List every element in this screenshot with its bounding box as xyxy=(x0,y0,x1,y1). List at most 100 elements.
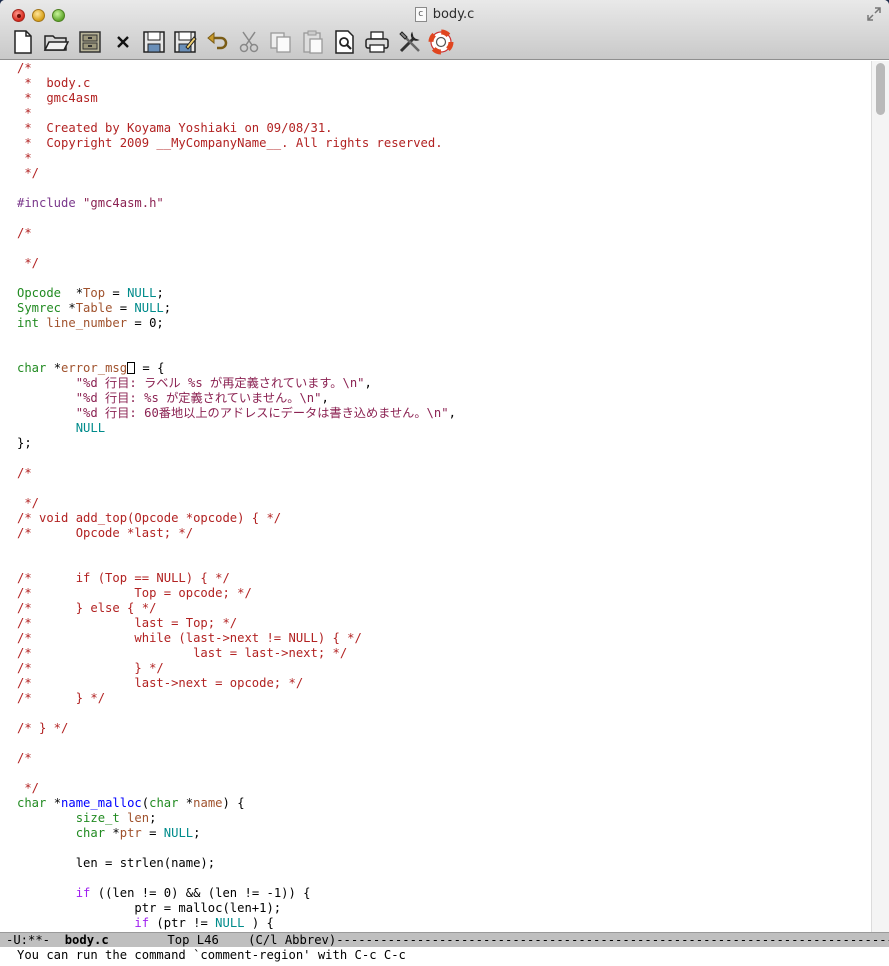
editor-buffer[interactable]: /* * body.c * gmc4asm * * Created by Koy… xyxy=(0,61,871,932)
code-token: /* } */ xyxy=(17,691,106,705)
code-line[interactable] xyxy=(17,706,456,721)
code-token: /* last = Top; */ xyxy=(17,616,238,630)
emacs-window: c body.c /* * body.c * gmc4asm * * Creat… xyxy=(0,0,889,966)
code-line[interactable]: /* } else { */ xyxy=(17,601,456,616)
code-line[interactable] xyxy=(17,271,456,286)
code-token: Top xyxy=(83,286,106,300)
print-icon[interactable] xyxy=(364,29,390,55)
code-line[interactable] xyxy=(17,241,456,256)
code-line[interactable] xyxy=(17,736,456,751)
code-token: = { xyxy=(135,361,165,375)
file-cabinet-icon[interactable] xyxy=(77,29,103,55)
code-token: ) { xyxy=(244,916,274,930)
paste-icon[interactable] xyxy=(300,29,326,55)
window-title-text: body.c xyxy=(432,7,475,22)
preferences-icon[interactable] xyxy=(397,29,423,55)
code-line[interactable]: char *error_msg = { xyxy=(17,361,456,376)
code-line[interactable]: size_t len; xyxy=(17,811,456,826)
code-line[interactable]: "%d 行目: 60番地以上のアドレスにデータは書き込めません。\n", xyxy=(17,406,456,421)
code-line[interactable]: * xyxy=(17,106,456,121)
code-line[interactable]: "%d 行目: %s が定義されていません。\n", xyxy=(17,391,456,406)
code-line[interactable]: */ xyxy=(17,496,456,511)
search-icon[interactable] xyxy=(332,29,358,55)
code-line[interactable]: /* last->next = opcode; */ xyxy=(17,676,456,691)
code-line[interactable]: "%d 行目: ラベル %s が再定義されています。\n", xyxy=(17,376,456,391)
code-line[interactable] xyxy=(17,346,456,361)
code-token: * xyxy=(61,301,76,315)
code-line[interactable]: * Created by Koyama Yoshiaki on 09/08/31… xyxy=(17,121,456,136)
code-line[interactable] xyxy=(17,181,456,196)
code-line[interactable]: /* if (Top == NULL) { */ xyxy=(17,571,456,586)
code-line[interactable] xyxy=(17,451,456,466)
vertical-scrollbar[interactable] xyxy=(871,61,889,932)
code-line[interactable]: /* void add_top(Opcode *opcode) { */ xyxy=(17,511,456,526)
new-file-icon[interactable] xyxy=(10,29,36,55)
code-line[interactable]: /* last = Top; */ xyxy=(17,616,456,631)
code-token: * xyxy=(46,796,62,810)
copy-icon[interactable] xyxy=(268,29,294,55)
code-line[interactable]: * xyxy=(17,151,456,166)
code-line[interactable]: * body.c xyxy=(17,76,456,91)
save-icon[interactable] xyxy=(141,29,167,55)
code-token: , xyxy=(321,391,329,405)
code-line[interactable] xyxy=(17,841,456,856)
code-token: /* last = last->next; */ xyxy=(17,646,348,660)
code-line[interactable]: }; xyxy=(17,436,456,451)
code-text[interactable]: /* * body.c * gmc4asm * * Created by Koy… xyxy=(17,61,456,931)
code-line[interactable] xyxy=(17,211,456,226)
close-buffer-icon[interactable] xyxy=(110,29,136,55)
code-line[interactable]: */ xyxy=(17,256,456,271)
code-line[interactable] xyxy=(17,541,456,556)
cut-icon[interactable] xyxy=(236,29,262,55)
code-line[interactable]: /* last = last->next; */ xyxy=(17,646,456,661)
code-token: , xyxy=(364,376,372,390)
code-token: /* xyxy=(17,751,32,765)
code-line[interactable]: Symrec *Table = NULL; xyxy=(17,301,456,316)
scroll-thumb[interactable] xyxy=(876,63,885,115)
code-line[interactable]: /* xyxy=(17,61,456,76)
code-line[interactable]: #include "gmc4asm.h" xyxy=(17,196,456,211)
code-line[interactable]: if (ptr != NULL ) { xyxy=(17,916,456,931)
help-icon[interactable] xyxy=(428,29,454,55)
code-line[interactable]: */ xyxy=(17,781,456,796)
code-line[interactable]: /* Opcode *last; */ xyxy=(17,526,456,541)
code-line[interactable] xyxy=(17,481,456,496)
code-line[interactable] xyxy=(17,766,456,781)
save-as-icon[interactable] xyxy=(172,29,198,55)
code-token: ; xyxy=(156,286,164,300)
code-line[interactable]: if ((len != 0) && (len != -1)) { xyxy=(17,886,456,901)
code-line[interactable] xyxy=(17,331,456,346)
code-line[interactable]: /* Top = opcode; */ xyxy=(17,586,456,601)
code-line[interactable]: /* } */ xyxy=(17,691,456,706)
code-line[interactable] xyxy=(17,871,456,886)
code-line[interactable]: char *name_malloc(char *name) { xyxy=(17,796,456,811)
code-line[interactable] xyxy=(17,556,456,571)
code-line[interactable]: /* xyxy=(17,751,456,766)
code-line[interactable]: /* xyxy=(17,466,456,481)
minibuffer[interactable]: You can run the command `comment-region'… xyxy=(0,947,889,966)
code-line[interactable]: /* } */ xyxy=(17,721,456,736)
code-token: */ xyxy=(17,496,40,510)
code-line[interactable]: /* } */ xyxy=(17,661,456,676)
code-line[interactable]: ptr = malloc(len+1); xyxy=(17,901,456,916)
modeline-buffer-name[interactable]: body.c xyxy=(65,933,109,947)
code-token: if xyxy=(75,886,91,900)
code-token: "%d 行目: %s が定義されていません。\n" xyxy=(75,391,322,405)
code-line[interactable]: char *ptr = NULL; xyxy=(17,826,456,841)
code-line[interactable]: * Copyright 2009 __MyCompanyName__. All … xyxy=(17,136,456,151)
code-line[interactable]: /* while (last->next != NULL) { */ xyxy=(17,631,456,646)
code-line[interactable]: */ xyxy=(17,166,456,181)
code-token: name_malloc xyxy=(61,796,142,810)
fullscreen-icon[interactable] xyxy=(867,7,881,21)
code-token: size_t xyxy=(75,811,120,825)
modeline-mode[interactable]: (C/l Abbrev) xyxy=(248,933,336,947)
open-folder-icon[interactable] xyxy=(43,29,69,55)
undo-icon[interactable] xyxy=(205,29,231,55)
code-line[interactable]: len = strlen(name); xyxy=(17,856,456,871)
code-line[interactable]: /* xyxy=(17,226,456,241)
code-token: /* xyxy=(17,61,32,75)
code-line[interactable]: int line_number = 0; xyxy=(17,316,456,331)
code-line[interactable]: NULL xyxy=(17,421,456,436)
code-line[interactable]: * gmc4asm xyxy=(17,91,456,106)
code-line[interactable]: Opcode *Top = NULL; xyxy=(17,286,456,301)
